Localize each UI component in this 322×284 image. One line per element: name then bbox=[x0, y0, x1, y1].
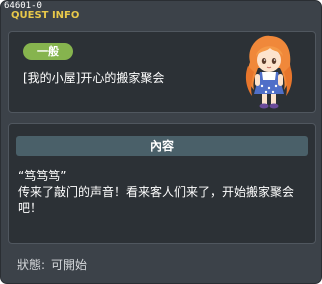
quest-category-badge: 一般 bbox=[23, 43, 73, 60]
description-line-2: 传来了敲门的声音！看来客人们来了，开始搬家聚会吧！ bbox=[18, 185, 295, 215]
character-avatar-icon bbox=[245, 35, 293, 109]
status-label: 狀態: bbox=[17, 258, 46, 272]
status-value: 可開始 bbox=[51, 258, 88, 272]
quest-description: “笃笃笃” 传来了敲门的声音！看来客人们来了，开始搬家聚会吧！ bbox=[18, 168, 306, 216]
quest-content-panel: 內容 “笃笃笃” 传来了敲门的声音！看来客人们来了，开始搬家聚会吧！ bbox=[8, 123, 316, 244]
quest-name: [我的小屋]开心的搬家聚会 bbox=[23, 71, 165, 85]
description-line-1: “笃笃笃” bbox=[18, 169, 67, 183]
content-section-header: 內容 bbox=[16, 136, 308, 156]
window-title: QUEST INFO bbox=[11, 10, 80, 21]
quest-status: 狀態: 可開始 bbox=[17, 257, 87, 273]
quest-summary-panel: 一般 [我的小屋]开心的搬家聚会 bbox=[8, 31, 316, 113]
quest-info-window: 64601-0 QUEST INFO 一般 [我的小屋]开心的搬家聚会 內容 “… bbox=[0, 0, 322, 284]
